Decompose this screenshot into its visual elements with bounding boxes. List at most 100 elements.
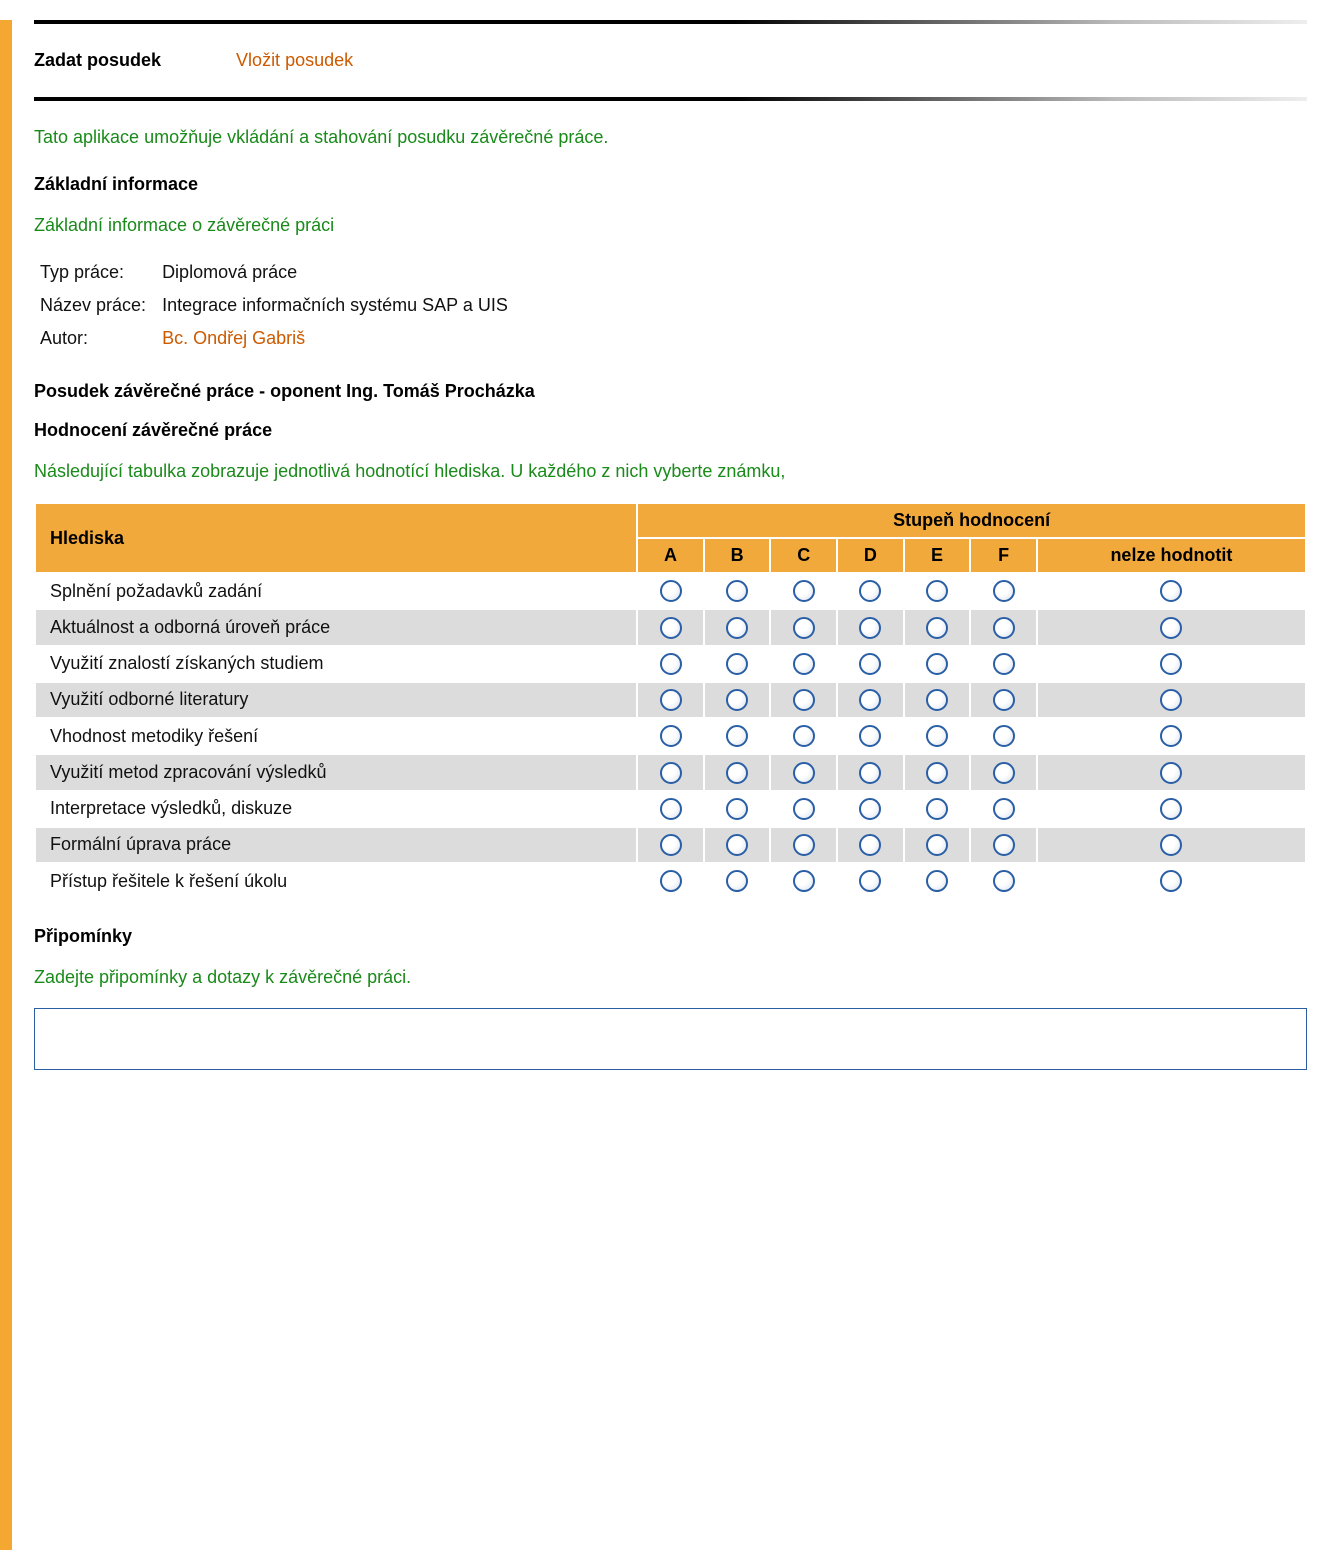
grade-cell	[904, 573, 971, 609]
grade-cell	[970, 863, 1037, 899]
grade-radio[interactable]	[926, 725, 948, 747]
th-grade-C: C	[770, 538, 837, 573]
grade-radio[interactable]	[993, 870, 1015, 892]
grade-cell	[637, 791, 704, 827]
grade-radio[interactable]	[926, 798, 948, 820]
heading-comments: Připomínky	[34, 926, 1307, 947]
info-type-value: Diplomová práce	[162, 256, 524, 289]
grade-cell	[837, 609, 904, 645]
grade-radio[interactable]	[726, 580, 748, 602]
grade-radio[interactable]	[926, 580, 948, 602]
grade-radio[interactable]	[859, 725, 881, 747]
table-row: Splnění požadavků zadání	[35, 573, 1306, 609]
grade-radio[interactable]	[926, 762, 948, 784]
grade-radio[interactable]	[660, 762, 682, 784]
grade-radio[interactable]	[859, 798, 881, 820]
info-title-label: Název práce:	[40, 289, 162, 322]
grade-radio[interactable]	[993, 834, 1015, 856]
info-author-link[interactable]: Bc. Ondřej Gabriš	[162, 328, 305, 348]
grade-radio[interactable]	[726, 725, 748, 747]
grade-cell	[904, 646, 971, 682]
grade-cell	[1037, 646, 1306, 682]
grade-cell	[704, 573, 771, 609]
grade-radio[interactable]	[793, 834, 815, 856]
grade-radio[interactable]	[859, 653, 881, 675]
grade-radio[interactable]	[793, 870, 815, 892]
grade-radio[interactable]	[660, 798, 682, 820]
th-grade-nelze-hodnotit: nelze hodnotit	[1037, 538, 1306, 573]
grade-cell	[770, 682, 837, 718]
basic-info-table: Typ práce: Diplomová práce Název práce: …	[40, 256, 524, 355]
grade-radio[interactable]	[926, 617, 948, 639]
grade-radio[interactable]	[859, 762, 881, 784]
comments-textarea[interactable]	[34, 1008, 1307, 1070]
grade-cell	[637, 609, 704, 645]
grade-radio[interactable]	[926, 834, 948, 856]
grade-radio[interactable]	[726, 653, 748, 675]
grade-radio[interactable]	[926, 870, 948, 892]
grade-radio[interactable]	[993, 798, 1015, 820]
criteria-label: Formální úprava práce	[35, 827, 637, 863]
grade-cell	[970, 609, 1037, 645]
grade-radio[interactable]	[793, 725, 815, 747]
grade-cell	[970, 827, 1037, 863]
grade-radio[interactable]	[726, 834, 748, 856]
grade-radio[interactable]	[726, 870, 748, 892]
grade-cell	[770, 754, 837, 790]
grade-radio[interactable]	[859, 580, 881, 602]
grade-radio[interactable]	[660, 617, 682, 639]
grade-radio[interactable]	[793, 617, 815, 639]
grade-radio[interactable]	[859, 870, 881, 892]
grade-radio[interactable]	[1160, 725, 1182, 747]
grade-radio[interactable]	[660, 725, 682, 747]
grade-radio[interactable]	[859, 689, 881, 711]
grade-radio[interactable]	[993, 617, 1015, 639]
grade-radio[interactable]	[1160, 653, 1182, 675]
grade-radio[interactable]	[859, 834, 881, 856]
grade-radio[interactable]	[859, 617, 881, 639]
grade-cell	[904, 863, 971, 899]
grade-cell	[1037, 682, 1306, 718]
grade-radio[interactable]	[1160, 617, 1182, 639]
grade-radio[interactable]	[793, 798, 815, 820]
grade-cell	[637, 863, 704, 899]
grade-radio[interactable]	[993, 762, 1015, 784]
grade-radio[interactable]	[660, 834, 682, 856]
grade-radio[interactable]	[726, 617, 748, 639]
table-row: Formální úprava práce	[35, 827, 1306, 863]
heading-rating: Hodnocení závěrečné práce	[34, 420, 1307, 441]
grade-radio[interactable]	[726, 762, 748, 784]
grade-radio[interactable]	[993, 725, 1015, 747]
heading-basic-info: Základní informace	[34, 174, 1307, 195]
grade-radio[interactable]	[660, 653, 682, 675]
table-row: Vhodnost metodiky řešení	[35, 718, 1306, 754]
grade-radio[interactable]	[726, 798, 748, 820]
grade-radio[interactable]	[726, 689, 748, 711]
grade-cell	[904, 791, 971, 827]
grade-radio[interactable]	[793, 580, 815, 602]
th-grade-D: D	[837, 538, 904, 573]
grade-cell	[704, 863, 771, 899]
grade-radio[interactable]	[1160, 870, 1182, 892]
grade-radio[interactable]	[660, 689, 682, 711]
grade-radio[interactable]	[993, 580, 1015, 602]
tab-enter-review[interactable]: Zadat posudek	[34, 50, 161, 71]
grade-radio[interactable]	[660, 870, 682, 892]
grade-cell	[970, 754, 1037, 790]
grade-radio[interactable]	[1160, 798, 1182, 820]
grade-radio[interactable]	[793, 653, 815, 675]
grade-cell	[770, 827, 837, 863]
grade-radio[interactable]	[660, 580, 682, 602]
grade-radio[interactable]	[926, 653, 948, 675]
grade-radio[interactable]	[993, 689, 1015, 711]
grade-radio[interactable]	[1160, 580, 1182, 602]
grade-radio[interactable]	[793, 689, 815, 711]
info-title-value: Integrace informačních systému SAP a UIS	[162, 289, 524, 322]
grade-radio[interactable]	[926, 689, 948, 711]
grade-radio[interactable]	[993, 653, 1015, 675]
grade-radio[interactable]	[1160, 762, 1182, 784]
grade-radio[interactable]	[1160, 689, 1182, 711]
tab-upload-review[interactable]: Vložit posudek	[236, 50, 353, 71]
grade-radio[interactable]	[1160, 834, 1182, 856]
grade-radio[interactable]	[793, 762, 815, 784]
